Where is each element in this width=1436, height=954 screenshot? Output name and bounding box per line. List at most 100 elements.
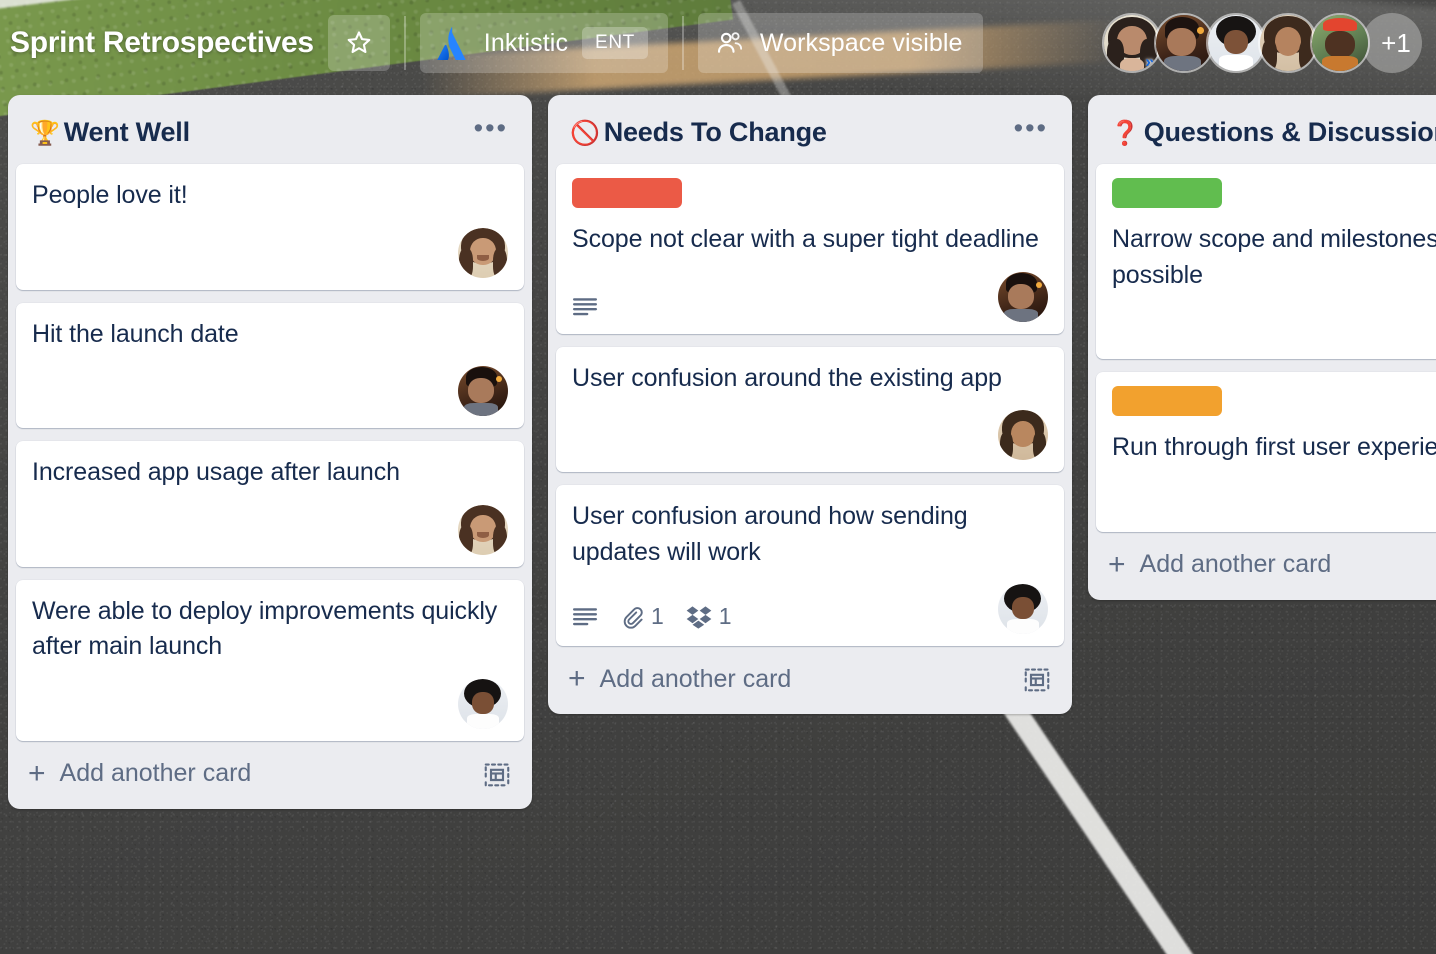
workspace-plan-badge: ENT (582, 27, 648, 59)
list-actions-menu[interactable]: ••• (468, 114, 514, 144)
list-emoji-icon: ❓ (1110, 120, 1140, 147)
avatar[interactable] (1154, 13, 1214, 73)
card-badge-attachment: 1 (620, 603, 664, 630)
avatar[interactable]: » (1102, 13, 1162, 73)
card-member-avatar[interactable] (458, 504, 508, 555)
card-badge-description (572, 296, 598, 318)
board-card[interactable]: User confusion around how sending update… (556, 485, 1064, 646)
card-member-avatar[interactable] (458, 366, 508, 416)
star-icon (347, 31, 371, 54)
description-icon (572, 607, 598, 625)
card-title: People love it! (32, 181, 188, 209)
add-card-footer[interactable]: + Add another card (1096, 532, 1436, 600)
board-visibility-button[interactable]: Workspace visible (697, 13, 983, 73)
board-header: Sprint Retrospectives Inktistic ENT Work… (0, 0, 1436, 86)
list-emoji-icon: 🏆 (30, 120, 60, 147)
card-badge-dropbox: 1 (686, 603, 732, 630)
card-badge-description (572, 606, 598, 628)
board-members: » +1 (1102, 13, 1422, 73)
list-title[interactable]: 🚫 Needs To Change (570, 117, 998, 148)
board-lists-container: 🏆 Went Well ••• People love it! Hit the laun… (0, 95, 1436, 954)
card-footer (1112, 466, 1436, 520)
card-title: Hit the launch date (32, 319, 239, 348)
members-overflow-count[interactable]: +1 (1362, 13, 1422, 73)
atlassian-logo-icon (437, 26, 466, 60)
dropbox-icon (686, 605, 712, 629)
board-card[interactable]: Narrow scope and milestones as quickly a… (1096, 164, 1436, 359)
avatar[interactable] (1310, 13, 1370, 73)
card-title: Scope not clear with a super tight deadl… (572, 225, 1039, 253)
list-header: ❓ Questions & Discussion (1096, 103, 1436, 164)
list-cards: Narrow scope and milestones as quickly a… (1096, 164, 1436, 532)
card-template-icon (1024, 668, 1050, 692)
card-footer (1112, 293, 1436, 347)
card-template-button[interactable] (482, 759, 512, 789)
list-cards: Scope not clear with a super tight deadl… (556, 164, 1064, 646)
people-icon (717, 32, 742, 53)
card-footer (572, 258, 1048, 322)
board-card[interactable]: Were able to deploy improvements quickly… (16, 579, 524, 741)
board-list: ❓ Questions & Discussion Narrow scope and … (1088, 95, 1436, 600)
plus-icon: + (28, 756, 46, 790)
card-footer (32, 491, 508, 555)
card-title: Narrow scope and milestones as quickly a… (1112, 225, 1436, 289)
card-label[interactable] (1112, 386, 1222, 416)
plus-icon: + (568, 662, 586, 695)
board-card[interactable]: Increased app usage after launch (16, 441, 524, 567)
avatar[interactable] (1258, 13, 1318, 73)
board-card[interactable]: Scope not clear with a super tight deadl… (556, 164, 1064, 334)
list-title[interactable]: ❓ Questions & Discussion (1110, 117, 1436, 148)
workspace-name: Inktistic (483, 28, 569, 57)
card-member-avatar[interactable] (458, 678, 508, 729)
list-title[interactable]: 🏆 Went Well (30, 117, 458, 148)
card-badges: 11 (572, 603, 732, 634)
badge-count: 1 (718, 603, 732, 629)
card-member-avatar[interactable] (458, 227, 508, 278)
card-member-avatar[interactable] (998, 584, 1048, 634)
add-card-label: Add another card (59, 759, 252, 787)
board-list: 🏆 Went Well ••• People love it! Hit the laun… (8, 95, 532, 809)
card-title: Run through first user experience often (1112, 433, 1436, 461)
board-card[interactable]: Hit the launch date (16, 302, 524, 428)
card-label[interactable] (1112, 178, 1222, 208)
header-divider-2 (681, 16, 684, 70)
list-emoji-icon: 🚫 (570, 120, 600, 147)
board-list: 🚫 Needs To Change ••• Scope not clear with … (548, 95, 1072, 714)
list-actions-menu[interactable]: ••• (1008, 114, 1054, 144)
board-card[interactable]: Run through first user experience often (1096, 372, 1436, 532)
card-footer (32, 665, 508, 729)
card-template-button[interactable] (1022, 664, 1052, 694)
card-badges (572, 296, 598, 322)
card-template-icon (484, 762, 510, 786)
board-card[interactable]: People love it! (16, 164, 524, 290)
header-divider (403, 16, 406, 70)
card-footer (572, 396, 1048, 460)
attachment-icon (623, 606, 643, 629)
card-footer: 11 (572, 570, 1048, 634)
board-visibility-label: Workspace visible (759, 28, 963, 57)
plus-icon: + (1108, 547, 1126, 581)
board-card[interactable]: User confusion around the existing app (556, 346, 1064, 472)
workspace-switcher[interactable]: Inktistic ENT (419, 13, 668, 73)
card-title: User confusion around how sending update… (572, 502, 968, 566)
list-header: 🚫 Needs To Change ••• (556, 103, 1064, 164)
star-board-button[interactable] (327, 15, 390, 71)
list-cards: People love it! Hit the launch date Increa… (16, 164, 524, 741)
avatar[interactable] (1206, 13, 1266, 73)
badge-count: 1 (651, 603, 664, 629)
card-title: Were able to deploy improvements quickly… (32, 596, 498, 661)
list-header: 🏆 Went Well ••• (16, 103, 524, 164)
add-card-label: Add another card (599, 664, 792, 693)
card-footer (32, 214, 508, 278)
card-member-avatar[interactable] (998, 271, 1048, 322)
card-label[interactable] (572, 178, 682, 208)
add-card-footer[interactable]: + Add another card (16, 741, 524, 809)
add-card-label: Add another card (1139, 550, 1332, 578)
board-title[interactable]: Sprint Retrospectives (10, 26, 314, 60)
card-footer (32, 352, 508, 416)
add-card-footer[interactable]: + Add another card (556, 646, 1064, 714)
page-title: Sprint Retrospectives (10, 26, 314, 60)
card-title: User confusion around the existing app (572, 363, 1002, 392)
description-icon (572, 297, 598, 315)
card-member-avatar[interactable] (998, 410, 1048, 460)
